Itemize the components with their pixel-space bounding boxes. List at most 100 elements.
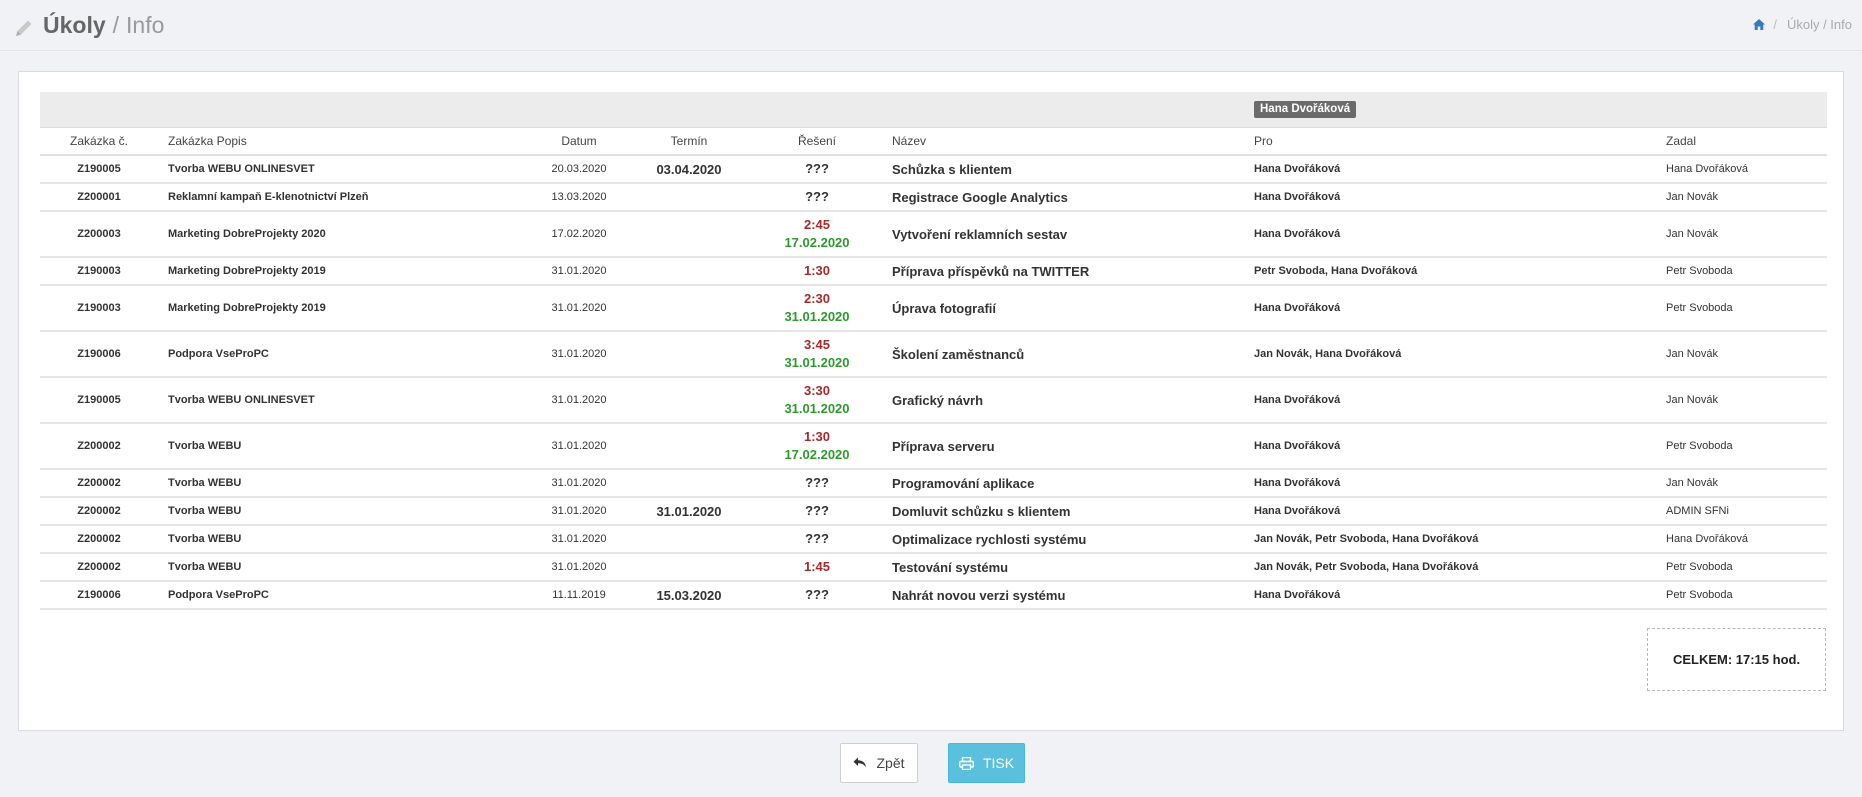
col-header-datum[interactable]: Datum (532, 127, 626, 156)
reseni-time: 1:30 (803, 263, 831, 278)
table-row[interactable]: Z200002 Tvorba WEBU 31.01.2020 1:30 17.02.20… (40, 423, 1827, 470)
tasks-table: Hana Dvořáková Zakázka č. Zakázka Popis … (40, 92, 1827, 610)
cell-termin: 03.04.2020 (626, 155, 752, 184)
cell-nazev: Grafický návrh (882, 377, 1244, 424)
reseni-date: 17.02.2020 (784, 235, 850, 250)
cell-reseni: ??? (752, 525, 882, 554)
cell-reseni: 2:30 31.01.2020 (752, 285, 882, 332)
cell-zakazka-c: Z200002 (40, 423, 158, 470)
table-row[interactable]: Z190003 Marketing DobreProjekty 2019 31.01… (40, 257, 1827, 286)
cell-reseni: ??? (752, 155, 882, 184)
total-hours: CELKEM: 17:15 hod. (1647, 628, 1826, 691)
cell-termin (626, 257, 752, 286)
col-header-zakazka-popis[interactable]: Zakázka Popis (158, 127, 532, 156)
table-row[interactable]: Z190005 Tvorba WEBU ONLINESVET 20.03.2020 0… (40, 155, 1827, 184)
reply-arrow-icon (853, 757, 867, 768)
reseni-time: 3:30 (803, 383, 831, 398)
cell-termin (626, 423, 752, 470)
reseni-date: 17.02.2020 (784, 447, 850, 462)
cell-datum: 31.01.2020 (532, 469, 626, 498)
breadcrumb: / Úkoly / Info (1752, 17, 1852, 32)
cell-reseni: 1:45 (752, 553, 882, 582)
cell-zadal: Jan Novák (1656, 377, 1827, 424)
cell-pro: Jan Novák, Hana Dvořáková (1244, 331, 1656, 378)
cell-nazev: Testování systému (882, 553, 1244, 582)
cell-nazev: Optimalizace rychlosti systému (882, 525, 1244, 554)
title-sub: Info (126, 11, 165, 38)
cell-reseni: 1:30 17.02.2020 (752, 423, 882, 470)
cell-zadal: Jan Novák (1656, 469, 1827, 498)
cell-datum: 13.03.2020 (532, 183, 626, 212)
col-header-nazev[interactable]: Název (882, 127, 1244, 156)
cell-zakazka-c: Z190003 (40, 285, 158, 332)
reseni-time: 1:45 (803, 559, 831, 574)
cell-termin (626, 525, 752, 554)
cell-termin (626, 331, 752, 378)
table-row[interactable]: Z190003 Marketing DobreProjekty 2019 31.01… (40, 285, 1827, 332)
cell-nazev: Nahrát novou verzi systému (882, 581, 1244, 610)
table-row[interactable]: Z200003 Marketing DobreProjekty 2020 17.02… (40, 211, 1827, 258)
cell-zakazka-popis: Tvorba WEBU (158, 469, 532, 498)
print-button[interactable]: TISK (948, 743, 1025, 783)
table-row[interactable]: Z200002 Tvorba WEBU 31.01.2020??? Programov… (40, 469, 1827, 498)
cell-pro: Hana Dvořáková (1244, 183, 1656, 212)
cell-pro: Hana Dvořáková (1244, 155, 1656, 184)
group-badge: Hana Dvořáková (1254, 101, 1357, 118)
page-title: Úkoly / Info (13, 9, 164, 41)
table-row[interactable]: Z200002 Tvorba WEBU 31.01.2020??? Optimaliz… (40, 525, 1827, 554)
cell-termin (626, 469, 752, 498)
cell-datum: 20.03.2020 (532, 155, 626, 184)
table-row[interactable]: Z190005 Tvorba WEBU ONLINESVET 31.01.2020 3… (40, 377, 1827, 424)
table-row[interactable]: Z190006 Podpora VseProPC 11.11.2019 15.03.2… (40, 581, 1827, 610)
reseni-date: 31.01.2020 (784, 401, 850, 416)
home-icon[interactable] (1752, 18, 1766, 31)
cell-zakazka-c: Z190003 (40, 257, 158, 286)
content-panel: Hana Dvořáková Zakázka č. Zakázka Popis … (18, 71, 1844, 731)
page-header: Úkoly / Info / Úkoly / Info (0, 0, 1862, 51)
back-button[interactable]: Zpět (840, 743, 918, 783)
cell-reseni: ??? (752, 183, 882, 212)
cell-nazev: Schůzka s klientem (882, 155, 1244, 184)
col-header-pro[interactable]: Pro (1244, 127, 1656, 156)
cell-pro: Petr Svoboda, Hana Dvořáková (1244, 257, 1656, 286)
cell-pro: Hana Dvořáková (1244, 497, 1656, 526)
cell-zakazka-c: Z200002 (40, 469, 158, 498)
reseni-date: 31.01.2020 (784, 355, 850, 370)
cell-zakazka-c: Z190005 (40, 377, 158, 424)
table-row[interactable]: Z200002 Tvorba WEBU 31.01.2020 31.01.2020??… (40, 497, 1827, 526)
cell-pro: Jan Novák, Petr Svoboda, Hana Dvořáková (1244, 553, 1656, 582)
cell-zadal: Jan Novák (1656, 211, 1827, 258)
table-row[interactable]: Z200001 Reklamní kampaň E-klenotnictví Pl… (40, 183, 1827, 212)
cell-nazev: Příprava příspěvků na TWITTER (882, 257, 1244, 286)
reseni-unknown: ??? (805, 189, 829, 204)
cell-nazev: Programování aplikace (882, 469, 1244, 498)
reseni-time: 2:45 (803, 217, 831, 232)
table-row[interactable]: Z200002 Tvorba WEBU 31.01.2020 1:45 Testován… (40, 553, 1827, 582)
cell-zakazka-c: Z190006 (40, 581, 158, 610)
cell-zakazka-popis: Tvorba WEBU ONLINESVET (158, 155, 532, 184)
col-header-reseni[interactable]: Řešení (752, 127, 882, 156)
cell-pro: Hana Dvořáková (1244, 581, 1656, 610)
col-header-zadal[interactable]: Zadal (1656, 127, 1827, 156)
cell-nazev: Vytvoření reklamních sestav (882, 211, 1244, 258)
cell-datum: 31.01.2020 (532, 331, 626, 378)
cell-datum: 11.11.2019 (532, 581, 626, 610)
reseni-unknown: ??? (805, 161, 829, 176)
table-row[interactable]: Z190006 Podpora VseProPC 31.01.2020 3:45 31.… (40, 331, 1827, 378)
cell-reseni: ??? (752, 581, 882, 610)
printer-icon (958, 756, 974, 770)
cell-datum: 31.01.2020 (532, 257, 626, 286)
cell-datum: 31.01.2020 (532, 553, 626, 582)
cell-reseni: ??? (752, 497, 882, 526)
col-header-zakazka-c[interactable]: Zakázka č. (40, 127, 158, 156)
reseni-unknown: ??? (805, 503, 829, 518)
cell-zakazka-popis: Tvorba WEBU (158, 553, 532, 582)
cell-zadal: Jan Novák (1656, 331, 1827, 378)
cell-reseni: 1:30 (752, 257, 882, 286)
cell-pro: Hana Dvořáková (1244, 423, 1656, 470)
reseni-time: 3:45 (803, 337, 831, 352)
cell-datum: 31.01.2020 (532, 285, 626, 332)
col-header-termin[interactable]: Termín (626, 127, 752, 156)
title-main: Úkoly (43, 11, 106, 38)
cell-termin: 31.01.2020 (626, 497, 752, 526)
